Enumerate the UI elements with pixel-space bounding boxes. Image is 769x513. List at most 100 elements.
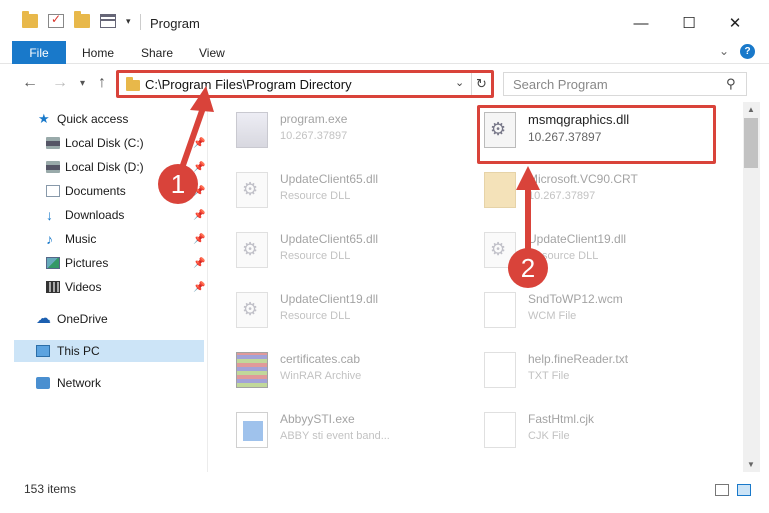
folder-icon[interactable] bbox=[22, 11, 38, 28]
file-item[interactable]: UpdateClient65.dll Resource DLL bbox=[230, 166, 470, 216]
folder-icon bbox=[126, 77, 140, 91]
file-name: msmqgraphics.dll bbox=[528, 112, 630, 127]
star-icon: ★ bbox=[38, 111, 50, 126]
file-detail: WinRAR Archive bbox=[280, 370, 362, 382]
help-icon[interactable]: ? bbox=[740, 44, 755, 59]
file-name: UpdateClient65.dll bbox=[280, 232, 379, 246]
pictures-icon bbox=[46, 257, 60, 269]
vertical-scrollbar[interactable]: ▲ ▼ bbox=[743, 102, 760, 472]
search-placeholder: Search Program bbox=[513, 77, 608, 92]
details-view-icon[interactable] bbox=[715, 484, 729, 496]
address-bar[interactable]: C:\Program Files\Program Directory ⌄ ↻ bbox=[118, 72, 492, 96]
search-input[interactable]: Search Program ⚲ bbox=[503, 72, 747, 96]
sidebar-item-label: Videos bbox=[65, 280, 102, 294]
pin-icon: 📌 bbox=[193, 137, 206, 149]
file-item[interactable]: certificates.cab WinRAR Archive bbox=[230, 346, 470, 396]
new-folder-icon[interactable] bbox=[74, 11, 90, 28]
sidebar-item-label: OneDrive bbox=[57, 312, 108, 326]
file-name: program.exe bbox=[280, 112, 348, 126]
close-button[interactable]: ✕ bbox=[712, 8, 758, 38]
scrollbar-thumb[interactable] bbox=[744, 118, 758, 168]
pin-icon: 📌 bbox=[193, 233, 206, 245]
navigation-bar: ← → ▾ ↑ C:\Program Files\Program Directo… bbox=[0, 64, 769, 102]
disk-icon bbox=[46, 161, 60, 173]
forward-arrow-icon[interactable]: → bbox=[52, 74, 68, 92]
file-item[interactable]: SndToWP12.wcm WCM File bbox=[478, 286, 718, 336]
sidebar-item-music[interactable]: ♪ Music 📌 bbox=[0, 228, 205, 250]
checklist-icon[interactable] bbox=[48, 12, 64, 28]
file-icon bbox=[484, 292, 516, 328]
status-bar: 153 items bbox=[0, 472, 769, 513]
folder-icon bbox=[484, 172, 516, 208]
step-1-badge: 1 bbox=[158, 164, 198, 204]
cloud-icon: ☁ bbox=[36, 310, 51, 327]
tab-file[interactable]: File bbox=[12, 41, 66, 64]
dll-gear-icon bbox=[236, 292, 268, 328]
sidebar-item-onedrive[interactable]: ☁ OneDrive bbox=[0, 308, 205, 330]
pc-icon bbox=[36, 345, 50, 357]
file-name: help.fineReader.txt bbox=[528, 352, 629, 366]
search-icon[interactable]: ⚲ bbox=[726, 76, 736, 92]
sidebar-item-local-disk-c[interactable]: Local Disk (C:) 📌 bbox=[0, 132, 205, 154]
dll-gear-icon bbox=[236, 232, 268, 268]
file-item[interactable]: UpdateClient65.dll Resource DLL bbox=[230, 226, 470, 276]
title-bar: ▾ Program — ☐ ✕ bbox=[0, 0, 769, 38]
file-name: AbbyySTI.exe bbox=[280, 412, 355, 426]
file-item-msmqgraphics[interactable]: msmqgraphics.dll 10.267.37897 bbox=[478, 106, 718, 156]
sidebar-item-label: Music bbox=[65, 232, 97, 246]
file-item[interactable]: help.fineReader.txt TXT File bbox=[478, 346, 718, 396]
scroll-down-icon[interactable]: ▼ bbox=[747, 460, 755, 469]
network-icon bbox=[36, 377, 50, 389]
app-icon bbox=[236, 412, 268, 448]
up-arrow-icon[interactable]: ↑ bbox=[98, 74, 106, 92]
step-2-badge: 2 bbox=[508, 248, 548, 288]
pin-icon: 📌 bbox=[193, 257, 206, 269]
pin-icon: 📌 bbox=[193, 209, 206, 221]
recent-locations-icon[interactable]: ▾ bbox=[80, 78, 85, 89]
pin-icon: 📌 bbox=[193, 281, 206, 293]
tiles-view-icon[interactable] bbox=[737, 484, 751, 496]
file-item[interactable]: UpdateClient19.dll Resource DLL bbox=[230, 286, 470, 336]
archive-icon bbox=[236, 352, 268, 388]
tab-view[interactable]: View bbox=[199, 46, 225, 60]
pin-icon: 📌 bbox=[193, 161, 206, 173]
expand-ribbon-icon[interactable]: ⌄ bbox=[719, 44, 729, 58]
sidebar-item-downloads[interactable]: ↓ Downloads 📌 bbox=[0, 204, 205, 226]
address-dropdown-icon[interactable]: ⌄ bbox=[455, 76, 464, 89]
refresh-icon[interactable]: ↻ bbox=[471, 73, 491, 95]
file-item[interactable]: program.exe 10.267.37897 bbox=[230, 106, 470, 156]
file-item[interactable]: Microsoft.VC90.CRT 10.267.37897 bbox=[478, 166, 718, 216]
file-item[interactable]: AbbyySTI.exe ABBY sti event band... bbox=[230, 406, 470, 456]
window-title: Program bbox=[150, 16, 200, 31]
sidebar-item-quick-access[interactable]: ★ Quick access bbox=[0, 108, 205, 130]
file-name: certificates.cab bbox=[280, 352, 361, 366]
file-icon bbox=[484, 412, 516, 448]
file-detail: CJK File bbox=[528, 430, 570, 442]
file-item[interactable]: FastHtml.cjk CJK File bbox=[478, 406, 718, 456]
file-name: SndToWP12.wcm bbox=[528, 292, 623, 306]
file-icon bbox=[484, 352, 516, 388]
sidebar-item-this-pc[interactable]: This PC bbox=[14, 340, 204, 362]
videos-icon bbox=[46, 281, 60, 293]
properties-icon[interactable] bbox=[100, 14, 116, 28]
sidebar-item-pictures[interactable]: Pictures 📌 bbox=[0, 252, 205, 274]
title-separator bbox=[140, 14, 141, 30]
sidebar-item-videos[interactable]: Videos 📌 bbox=[0, 276, 205, 298]
address-path[interactable]: C:\Program Files\Program Directory bbox=[145, 77, 352, 92]
tab-share[interactable]: Share bbox=[141, 46, 173, 60]
file-detail: ABBY sti event band... bbox=[280, 430, 390, 442]
minimize-button[interactable]: — bbox=[618, 8, 664, 38]
maximize-button[interactable]: ☐ bbox=[666, 8, 712, 38]
sidebar-item-label: Network bbox=[57, 376, 102, 390]
sidebar-item-label: Local Disk (D:) bbox=[65, 160, 144, 174]
file-name: UpdateClient19.dll bbox=[528, 232, 627, 246]
file-detail: Resource DLL bbox=[280, 190, 351, 202]
customize-toolbar-icon[interactable]: ▾ bbox=[126, 16, 131, 27]
tab-home[interactable]: Home bbox=[82, 46, 114, 60]
documents-icon bbox=[46, 185, 60, 197]
sidebar-item-network[interactable]: Network bbox=[0, 372, 205, 394]
back-arrow-icon[interactable]: ← bbox=[22, 74, 38, 92]
exe-icon bbox=[236, 112, 268, 148]
file-name: FastHtml.cjk bbox=[528, 412, 594, 426]
scroll-up-icon[interactable]: ▲ bbox=[747, 105, 755, 114]
